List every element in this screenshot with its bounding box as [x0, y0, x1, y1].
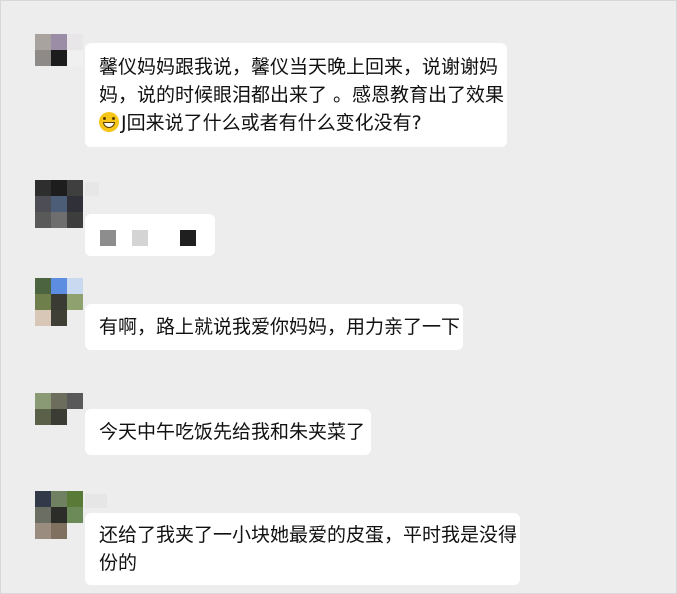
avatar[interactable]	[35, 34, 83, 82]
message-line: J回来说了什么或者有什么变化没有?	[121, 112, 422, 134]
avatar[interactable]	[35, 491, 83, 539]
message-line: 今天中午吃饭先给我和朱夹菜了	[99, 421, 366, 443]
avatar[interactable]	[35, 393, 83, 441]
message-line: 馨仪妈妈跟我说，馨仪当天晚上回来，说谢谢妈	[99, 56, 499, 78]
message-line: 还给了我夹了一小块她最爱的皮蛋，平时我是没得	[99, 524, 518, 546]
redaction-block	[100, 230, 116, 246]
message-bubble[interactable]: 有啊，路上就说我爱你妈妈，用力亲了一下	[85, 304, 463, 350]
avatar[interactable]	[35, 180, 83, 228]
message-bubble[interactable]: 还给了我夹了一小块她最爱的皮蛋，平时我是没得 份的	[85, 513, 520, 585]
message-line: 份的	[99, 552, 138, 574]
redaction-block	[132, 230, 148, 246]
avatar[interactable]	[35, 278, 83, 326]
message-line: 有啊，路上就说我爱你妈妈，用力亲了一下	[99, 316, 461, 338]
chat-window: 馨仪妈妈跟我说，馨仪当天晚上回来，说谢谢妈 妈，说的时候眼泪都出来了 。感恩教育…	[0, 0, 677, 594]
message-line-with-emoji: J回来说了什么或者有什么变化没有?	[99, 109, 495, 137]
sender-name-redacted	[85, 182, 99, 196]
message-line: 妈，说的时候眼泪都出来了 。感恩教育出了效果	[99, 84, 505, 106]
message-bubble[interactable]: 馨仪妈妈跟我说，馨仪当天晚上回来，说谢谢妈 妈，说的时候眼泪都出来了 。感恩教育…	[85, 43, 507, 147]
message-bubble[interactable]: 今天中午吃饭先给我和朱夹菜了	[85, 409, 371, 455]
redaction-block	[180, 230, 196, 246]
sender-name-redacted	[85, 494, 107, 508]
grinning-face-icon	[99, 112, 119, 132]
